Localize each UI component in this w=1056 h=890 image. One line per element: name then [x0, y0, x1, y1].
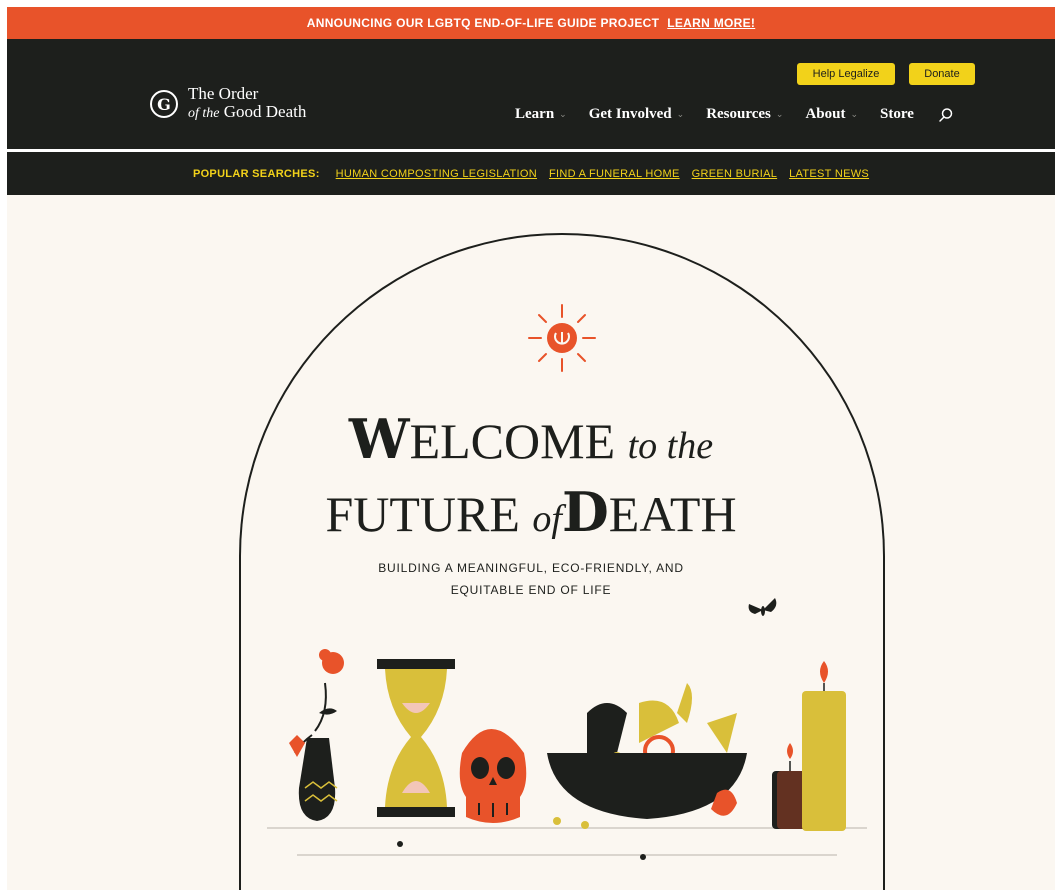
hero-title-elcome: ELCOME	[409, 413, 616, 469]
site-header: G The Order of the Good Death Help Legal…	[7, 39, 1055, 149]
logo-text: The Order of the Good Death	[188, 85, 306, 123]
nav-label-resources: Resources	[706, 106, 771, 122]
logo-line2-italic: of the	[188, 106, 220, 121]
order-logo-icon: G	[150, 90, 178, 118]
hero-subtitle-line1: BUILDING A MEANINGFUL, ECO-FRIENDLY, AND	[378, 561, 684, 575]
hero-section: WELCOME to the FUTURE ofDEATH BUILDING A…	[7, 195, 1055, 890]
logo-line2-text: Good Death	[223, 102, 307, 121]
vase-with-flowers	[289, 649, 344, 821]
still-life-illustration	[267, 649, 867, 860]
nav-item-learn[interactable]: Learn ⌄	[515, 106, 567, 123]
nav-label-get-involved: Get Involved	[588, 106, 672, 122]
hero-title-of: of	[532, 498, 562, 540]
moth-icon	[748, 598, 777, 616]
announcement-bar: ANNOUNCING OUR LGBTQ END-OF-LIFE GUIDE P…	[7, 7, 1055, 39]
nav-item-store[interactable]: Store	[880, 106, 914, 123]
hero-title-line1: WELCOME to the	[7, 407, 1055, 471]
hero-title-future: FUTURE	[325, 486, 520, 542]
nav-label-about: About	[805, 106, 846, 122]
popular-searches-label: POPULAR SEARCHES:	[192, 167, 320, 180]
announcement-text: ANNOUNCING OUR LGBTQ END-OF-LIFE GUIDE P…	[306, 16, 660, 30]
nav-label-learn: Learn	[515, 106, 555, 122]
site-logo[interactable]: G The Order of the Good Death	[150, 85, 306, 123]
shelf-dot	[640, 854, 646, 860]
popular-searches-bar: POPULAR SEARCHES: HUMAN COMPOSTING LEGIS…	[7, 152, 1055, 195]
chevron-down-icon: ⌄	[850, 109, 859, 120]
hero-title-d: D	[561, 480, 609, 544]
nav-item-resources[interactable]: Resources ⌄	[706, 106, 783, 123]
hero-title-line2: FUTURE ofDEATH	[7, 480, 1055, 544]
hero-title-w: W	[348, 407, 410, 471]
nav-label-store: Store	[880, 106, 914, 122]
popular-link-latest-news[interactable]: LATEST NEWS	[789, 168, 869, 180]
chevron-down-icon: ⌄	[775, 109, 784, 120]
main-nav: Learn ⌄ Get Involved ⌄ Resources ⌄ About…	[515, 106, 954, 123]
hero-title-eath: EATH	[608, 486, 737, 542]
chevron-down-icon: ⌄	[676, 109, 685, 120]
shelf-dot	[397, 841, 403, 847]
search-icon[interactable]	[938, 107, 954, 123]
popular-link-green-burial[interactable]: GREEN BURIAL	[692, 168, 778, 180]
nav-item-about[interactable]: About ⌄	[805, 106, 858, 123]
nav-item-get-involved[interactable]: Get Involved ⌄	[589, 106, 684, 123]
fruit-bowl	[547, 683, 747, 829]
popular-link-funeral-home[interactable]: FIND A FUNERAL HOME	[549, 168, 680, 180]
page: ANNOUNCING OUR LGBTQ END-OF-LIFE GUIDE P…	[7, 7, 1055, 890]
candles	[772, 661, 846, 831]
sun-logo-icon	[528, 304, 596, 372]
donate-button[interactable]: Donate	[909, 63, 975, 85]
chevron-down-icon: ⌄	[559, 109, 567, 120]
announcement-learn-more-link[interactable]: LEARN MORE!	[667, 16, 755, 30]
hero-subtitle-line2: EQUITABLE END OF LIFE	[450, 583, 612, 597]
skull	[459, 729, 527, 823]
hero-title-to-the: to the	[627, 425, 714, 467]
logo-line1: The Order	[188, 84, 259, 103]
help-legalize-button[interactable]: Help Legalize	[797, 63, 895, 85]
hourglass	[377, 659, 455, 817]
logo-line2: of the Good Death	[188, 103, 306, 123]
hero-subtitle: BUILDING A MEANINGFUL, ECO-FRIENDLY, AND…	[7, 557, 1055, 601]
popular-link-human-composting[interactable]: HUMAN COMPOSTING LEGISLATION	[336, 168, 537, 180]
